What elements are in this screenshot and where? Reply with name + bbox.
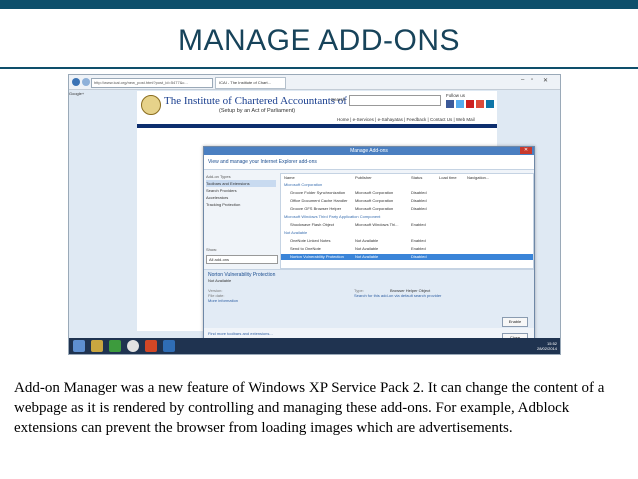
addon-name: Groove Folder Synchronization — [290, 190, 346, 195]
title-divider — [0, 67, 638, 69]
addon-type-search-providers[interactable]: Search Providers — [206, 187, 276, 194]
show-select[interactable]: All add-ons — [206, 255, 278, 264]
clock-date: 28/02/2014 — [537, 346, 558, 351]
column-navigation[interactable]: Navigation... — [467, 175, 489, 180]
addon-group-header[interactable]: Microsoft Corporation — [281, 182, 533, 188]
start-icon[interactable] — [73, 340, 85, 352]
addon-row[interactable]: Norton Vulnerability Protection Not Avail… — [281, 254, 533, 260]
addon-name: Norton Vulnerability Protection — [290, 254, 344, 259]
powerpoint-icon[interactable] — [145, 340, 157, 352]
addon-status: Enabled — [411, 222, 426, 227]
addon-group-header[interactable]: Not Available — [281, 230, 533, 236]
close-window-icon[interactable]: ✕ — [543, 77, 548, 84]
dialog-titlebar: Manage Add-ons ✕ — [204, 147, 534, 155]
google-plus-label: Google+ — [69, 91, 85, 96]
addon-row[interactable]: Shockwave Flash Object Microsoft Windows … — [281, 222, 533, 228]
site-nav-links[interactable]: Home | e-Services | e-Sahayatas | Feedba… — [337, 117, 475, 122]
addon-publisher: Microsoft Corporation — [355, 198, 394, 203]
addon-name: Microsoft Windows Third Party Applicatio… — [284, 214, 381, 219]
maximize-icon[interactable]: ▫ — [531, 77, 533, 83]
addon-name: Microsoft Corporation — [284, 182, 323, 187]
windows-taskbar: 15:52 28/02/2014 — [69, 338, 560, 354]
addon-publisher: Not Available — [355, 246, 379, 251]
addon-group-header[interactable]: Microsoft Windows Third Party Applicatio… — [281, 214, 533, 220]
addon-details: Norton Vulnerability Protection Not Avai… — [204, 269, 534, 328]
details-subtitle: Not Available — [208, 278, 232, 283]
youtube-icon[interactable] — [466, 100, 474, 108]
addon-status: Enabled — [411, 238, 426, 243]
google-plus-icon[interactable] — [476, 100, 484, 108]
minimize-icon[interactable]: – — [521, 77, 524, 83]
internet-explorer-icon[interactable] — [163, 340, 175, 352]
addon-status: Disabled — [411, 190, 427, 195]
dialog-close-icon[interactable]: ✕ — [520, 147, 532, 154]
addon-status: Enabled — [411, 246, 426, 251]
addon-publisher: Not Available — [355, 238, 379, 243]
addon-row[interactable]: OneNote Linked Notes Not Available Enabled — [281, 238, 533, 244]
addon-status: Disabled — [411, 198, 427, 203]
addon-name: Groove GFS Browser Helper — [290, 206, 342, 211]
file-explorer-icon[interactable] — [91, 340, 103, 352]
addon-name: Shockwave Flash Object — [290, 222, 335, 227]
column-status[interactable]: Status — [411, 175, 422, 180]
addon-name: Office Document Cache Handler — [290, 198, 348, 203]
site-search-label: Search — [331, 97, 346, 102]
dialog-header: View and manage your Internet Explorer a… — [204, 155, 534, 170]
media-icon[interactable] — [109, 340, 121, 352]
addon-row[interactable]: Send to OneNote Not Available Enabled — [281, 246, 533, 252]
addon-type-tracking-protection[interactable]: Tracking Protection — [206, 201, 276, 208]
addon-publisher: Microsoft Windows Thi... — [355, 222, 399, 227]
addon-name: Not Available — [284, 230, 308, 235]
dialog-title: Manage Add-ons — [350, 148, 388, 154]
column-name[interactable]: Name — [284, 175, 295, 180]
column-load-time[interactable]: Load time — [439, 175, 457, 180]
linkedin-icon[interactable] — [486, 100, 494, 108]
addon-publisher: Not Available — [355, 254, 379, 259]
site-search-input[interactable] — [349, 95, 441, 106]
enable-button[interactable]: Enable — [502, 317, 528, 327]
icai-logo — [141, 95, 161, 115]
browser-tab[interactable]: ICAI - The Institute of Chart... — [215, 77, 286, 89]
site-subtitle: (Setup by an Act of Parliament) — [219, 108, 296, 114]
addon-type-accelerators[interactable]: Accelerators — [206, 194, 276, 201]
twitter-icon[interactable] — [456, 100, 464, 108]
find-more-link[interactable]: Find more toolbars and extensions... — [208, 331, 273, 336]
addon-status: Disabled — [411, 254, 427, 259]
addon-types-panel: Add-on Types Toolbars and Extensions Sea… — [206, 173, 276, 267]
chrome-icon[interactable] — [127, 340, 139, 352]
addons-list: Name Publisher Status Load time Navigati… — [280, 173, 534, 269]
addon-row[interactable]: Office Document Cache Handler Microsoft C… — [281, 198, 533, 204]
slide-top-bar — [0, 0, 638, 9]
addon-publisher: Microsoft Corporation — [355, 190, 394, 195]
show-label: Show: — [206, 247, 218, 252]
facebook-icon[interactable] — [446, 100, 454, 108]
manage-addons-dialog: Manage Add-ons ✕ View and manage your In… — [203, 146, 535, 354]
addon-name: Send to OneNote — [290, 246, 321, 251]
browser-toolbar: http://www.icai.org/new_post.html?post_i… — [69, 75, 560, 90]
slide-title: MANAGE ADD-ONS — [177, 24, 461, 57]
addon-row[interactable]: Groove Folder Synchronization Microsoft C… — [281, 190, 533, 196]
slide-caption: Add-on Manager was a new feature of Wind… — [14, 380, 605, 436]
column-publisher[interactable]: Publisher — [355, 175, 372, 180]
site-nav-stripe — [137, 124, 497, 128]
back-icon[interactable] — [72, 78, 80, 86]
more-information-link[interactable]: More information — [208, 298, 238, 303]
browser-screenshot: http://www.icai.org/new_post.html?post_i… — [68, 74, 561, 355]
website-area: The Institute of Chartered Accountants o… — [137, 91, 535, 354]
addon-name: OneNote Linked Notes — [290, 238, 331, 243]
follow-us-label: Follow us — [446, 93, 466, 98]
addon-types-label: Add-on Types — [206, 174, 231, 179]
addon-row[interactable]: Groove GFS Browser Helper Microsoft Corpo… — [281, 206, 533, 212]
forward-icon[interactable] — [82, 78, 90, 86]
addon-status: Disabled — [411, 206, 427, 211]
search-addon-link[interactable]: Search for this add-on via default searc… — [354, 293, 441, 298]
system-clock[interactable]: 15:52 28/02/2014 — [537, 341, 557, 351]
addon-publisher: Microsoft Corporation — [355, 206, 394, 211]
address-bar[interactable]: http://www.icai.org/new_post.html?post_i… — [91, 78, 213, 88]
addon-type-toolbars[interactable]: Toolbars and Extensions — [206, 180, 276, 187]
